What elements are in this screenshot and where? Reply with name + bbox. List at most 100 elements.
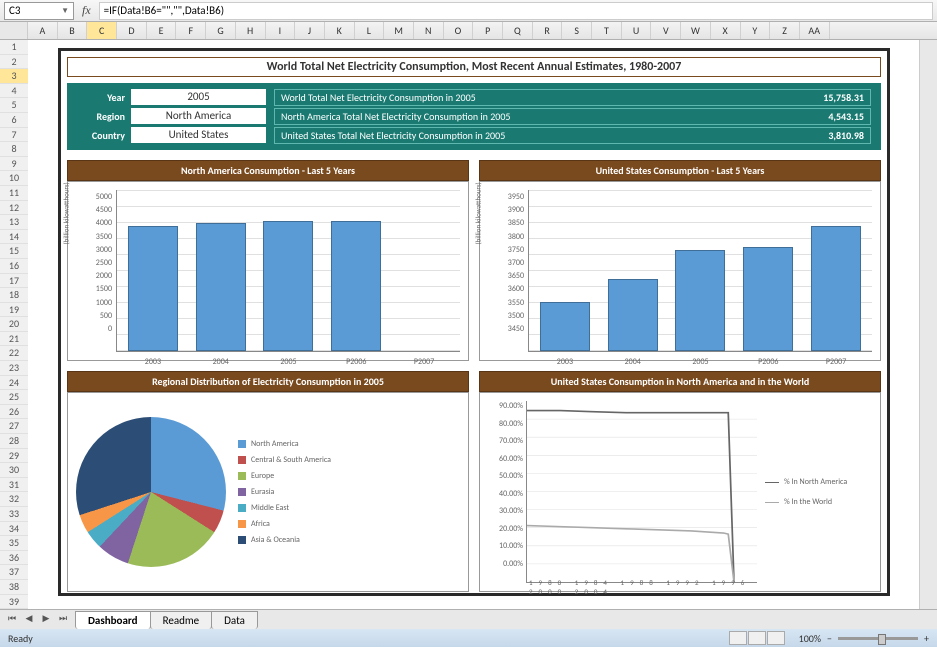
- name-box[interactable]: C3 ▼: [4, 2, 74, 20]
- col-header-K[interactable]: K: [325, 22, 355, 39]
- row-headers: 1234567891011121314151617181920212223242…: [0, 40, 28, 610]
- row-header-20[interactable]: 20: [0, 317, 28, 332]
- row-header-23[interactable]: 23: [0, 361, 28, 376]
- row-header-2[interactable]: 2: [0, 55, 28, 70]
- tab-last-icon[interactable]: ⏭: [55, 613, 71, 627]
- col-header-X[interactable]: X: [711, 22, 741, 39]
- country-select[interactable]: United States: [131, 127, 266, 143]
- stat-world: World Total Net Electricity Consumption …: [274, 89, 871, 106]
- col-header-P[interactable]: P: [473, 22, 503, 39]
- row-header-3[interactable]: 3: [0, 69, 28, 84]
- tab-prev-icon[interactable]: ◀: [21, 613, 37, 627]
- col-header-E[interactable]: E: [147, 22, 177, 39]
- row-header-12[interactable]: 12: [0, 201, 28, 216]
- tab-first-icon[interactable]: ⏮: [4, 613, 20, 627]
- stats-panel: World Total Net Electricity Consumption …: [274, 89, 871, 144]
- view-break-icon[interactable]: [767, 631, 785, 645]
- col-header-J[interactable]: J: [295, 22, 325, 39]
- row-header-24[interactable]: 24: [0, 376, 28, 391]
- col-header-R[interactable]: R: [533, 22, 563, 39]
- column-headers: ABCDEFGHIJKLMNOPQRSTUVWXYZAA: [0, 22, 937, 40]
- row-header-27[interactable]: 27: [0, 419, 28, 434]
- row-header-6[interactable]: 6: [0, 113, 28, 128]
- row-header-13[interactable]: 13: [0, 215, 28, 230]
- row-header-4[interactable]: 4: [0, 84, 28, 99]
- cells-area[interactable]: World Total Net Electricity Consumption,…: [28, 40, 937, 610]
- row-header-32[interactable]: 32: [0, 492, 28, 507]
- col-header-V[interactable]: V: [651, 22, 681, 39]
- row-header-21[interactable]: 21: [0, 332, 28, 347]
- col-header-N[interactable]: N: [414, 22, 444, 39]
- col-header-A[interactable]: A: [28, 22, 58, 39]
- row-header-16[interactable]: 16: [0, 259, 28, 274]
- sheet-tab-dashboard[interactable]: Dashboard: [75, 611, 151, 629]
- col-header-B[interactable]: B: [58, 22, 88, 39]
- view-layout-icon[interactable]: [748, 631, 766, 645]
- col-header-D[interactable]: D: [117, 22, 147, 39]
- row-header-33[interactable]: 33: [0, 507, 28, 522]
- col-header-Y[interactable]: Y: [741, 22, 771, 39]
- row-header-28[interactable]: 28: [0, 434, 28, 449]
- row-header-22[interactable]: 22: [0, 346, 28, 361]
- tab-next-icon[interactable]: ▶: [38, 613, 54, 627]
- row-header-36[interactable]: 36: [0, 551, 28, 566]
- col-header-Q[interactable]: Q: [503, 22, 533, 39]
- row-header-26[interactable]: 26: [0, 405, 28, 420]
- col-header-L[interactable]: L: [355, 22, 385, 39]
- row-header-35[interactable]: 35: [0, 536, 28, 551]
- row-header-25[interactable]: 25: [0, 390, 28, 405]
- col-header-W[interactable]: W: [681, 22, 711, 39]
- col-header-F[interactable]: F: [176, 22, 206, 39]
- col-header-O[interactable]: O: [444, 22, 474, 39]
- row-header-18[interactable]: 18: [0, 288, 28, 303]
- fx-icon[interactable]: fx: [78, 3, 95, 18]
- row-header-31[interactable]: 31: [0, 478, 28, 493]
- col-header-I[interactable]: I: [266, 22, 296, 39]
- chart-region-consumption: North America Consumption - Last 5 Years…: [67, 160, 469, 361]
- row-header-34[interactable]: 34: [0, 522, 28, 537]
- col-header-U[interactable]: U: [622, 22, 652, 39]
- select-all-corner[interactable]: [0, 22, 28, 39]
- sheet-tab-data[interactable]: Data: [211, 611, 258, 629]
- col-header-AA[interactable]: AA: [800, 22, 830, 39]
- stat-country: United States Total Net Electricity Cons…: [274, 127, 871, 144]
- row-header-37[interactable]: 37: [0, 565, 28, 580]
- vertical-scrollbar[interactable]: [919, 40, 937, 609]
- col-header-M[interactable]: M: [384, 22, 414, 39]
- line-legend: % In North America % In the World: [757, 401, 872, 583]
- col-header-H[interactable]: H: [236, 22, 266, 39]
- row-header-14[interactable]: 14: [0, 230, 28, 245]
- row-header-7[interactable]: 7: [0, 128, 28, 143]
- row-header-38[interactable]: 38: [0, 580, 28, 595]
- sheet-tab-readme[interactable]: Readme: [150, 611, 213, 629]
- col-header-Z[interactable]: Z: [770, 22, 800, 39]
- row-header-10[interactable]: 10: [0, 171, 28, 186]
- col-header-C[interactable]: C: [87, 22, 117, 39]
- row-header-39[interactable]: 39: [0, 595, 28, 610]
- row-header-29[interactable]: 29: [0, 449, 28, 464]
- year-select[interactable]: 2005: [131, 89, 266, 105]
- spreadsheet-grid: 1234567891011121314151617181920212223242…: [0, 40, 937, 610]
- pie-legend: North AmericaCentral & South AmericaEuro…: [238, 439, 331, 545]
- row-header-30[interactable]: 30: [0, 463, 28, 478]
- row-header-8[interactable]: 8: [0, 142, 28, 157]
- zoom-in-icon[interactable]: +: [924, 632, 929, 645]
- zoom-out-icon[interactable]: −: [827, 632, 832, 645]
- row-header-5[interactable]: 5: [0, 98, 28, 113]
- zoom-slider[interactable]: [838, 637, 918, 640]
- col-header-S[interactable]: S: [562, 22, 592, 39]
- row-header-9[interactable]: 9: [0, 157, 28, 172]
- col-header-G[interactable]: G: [206, 22, 236, 39]
- chart-country-consumption: United States Consumption - Last 5 Years…: [479, 160, 881, 361]
- row-header-11[interactable]: 11: [0, 186, 28, 201]
- row-header-1[interactable]: 1: [0, 40, 28, 55]
- view-normal-icon[interactable]: [729, 631, 747, 645]
- formula-input[interactable]: =IF(Data!B6="","",Data!B6): [99, 2, 933, 20]
- region-select[interactable]: North America: [131, 108, 266, 124]
- row-header-15[interactable]: 15: [0, 244, 28, 259]
- row-header-19[interactable]: 19: [0, 303, 28, 318]
- row-header-17[interactable]: 17: [0, 274, 28, 289]
- chevron-down-icon[interactable]: ▼: [61, 6, 69, 16]
- chart-line-percent: United States Consumption in North Ameri…: [479, 371, 881, 592]
- col-header-T[interactable]: T: [592, 22, 622, 39]
